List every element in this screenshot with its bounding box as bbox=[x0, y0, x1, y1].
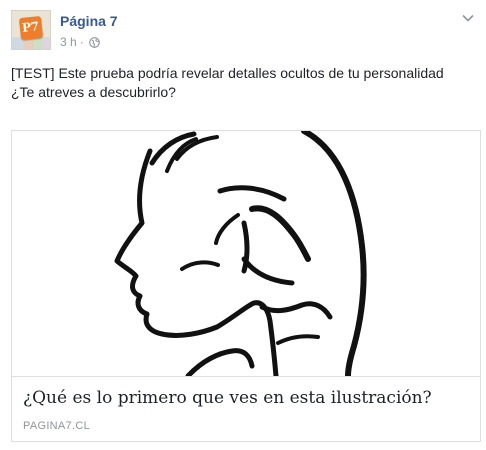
page-avatar[interactable]: P7 bbox=[11, 10, 51, 50]
illustration-image bbox=[114, 131, 367, 376]
avatar-logo-text: P7 bbox=[21, 19, 40, 35]
page-name-link[interactable]: Página 7 bbox=[60, 13, 118, 29]
post-meta: 3 h · bbox=[60, 35, 100, 49]
post-message: [TEST] Este prueba podría revelar detall… bbox=[11, 64, 471, 102]
meta-separator: · bbox=[79, 35, 84, 49]
link-preview-domain: PAGINA7.CL bbox=[23, 420, 90, 432]
link-preview-title[interactable]: ¿Qué es lo primero que ves en esta ilust… bbox=[23, 388, 473, 408]
link-preview-card[interactable]: ¿Qué es lo primero que ves en esta ilust… bbox=[11, 130, 481, 442]
globe-icon[interactable] bbox=[88, 36, 100, 48]
feed-post: P7 Página 7 3 h · [TEST] Este prueba pod… bbox=[0, 0, 486, 450]
chevron-down-icon[interactable] bbox=[462, 14, 474, 22]
post-message-line-2: ¿Te atreves a descubrirlo? bbox=[11, 84, 176, 100]
post-message-line-1: [TEST] Este prueba podría revelar detall… bbox=[11, 65, 444, 81]
post-timestamp[interactable]: 3 h bbox=[60, 35, 77, 49]
link-preview-image[interactable] bbox=[12, 131, 480, 377]
